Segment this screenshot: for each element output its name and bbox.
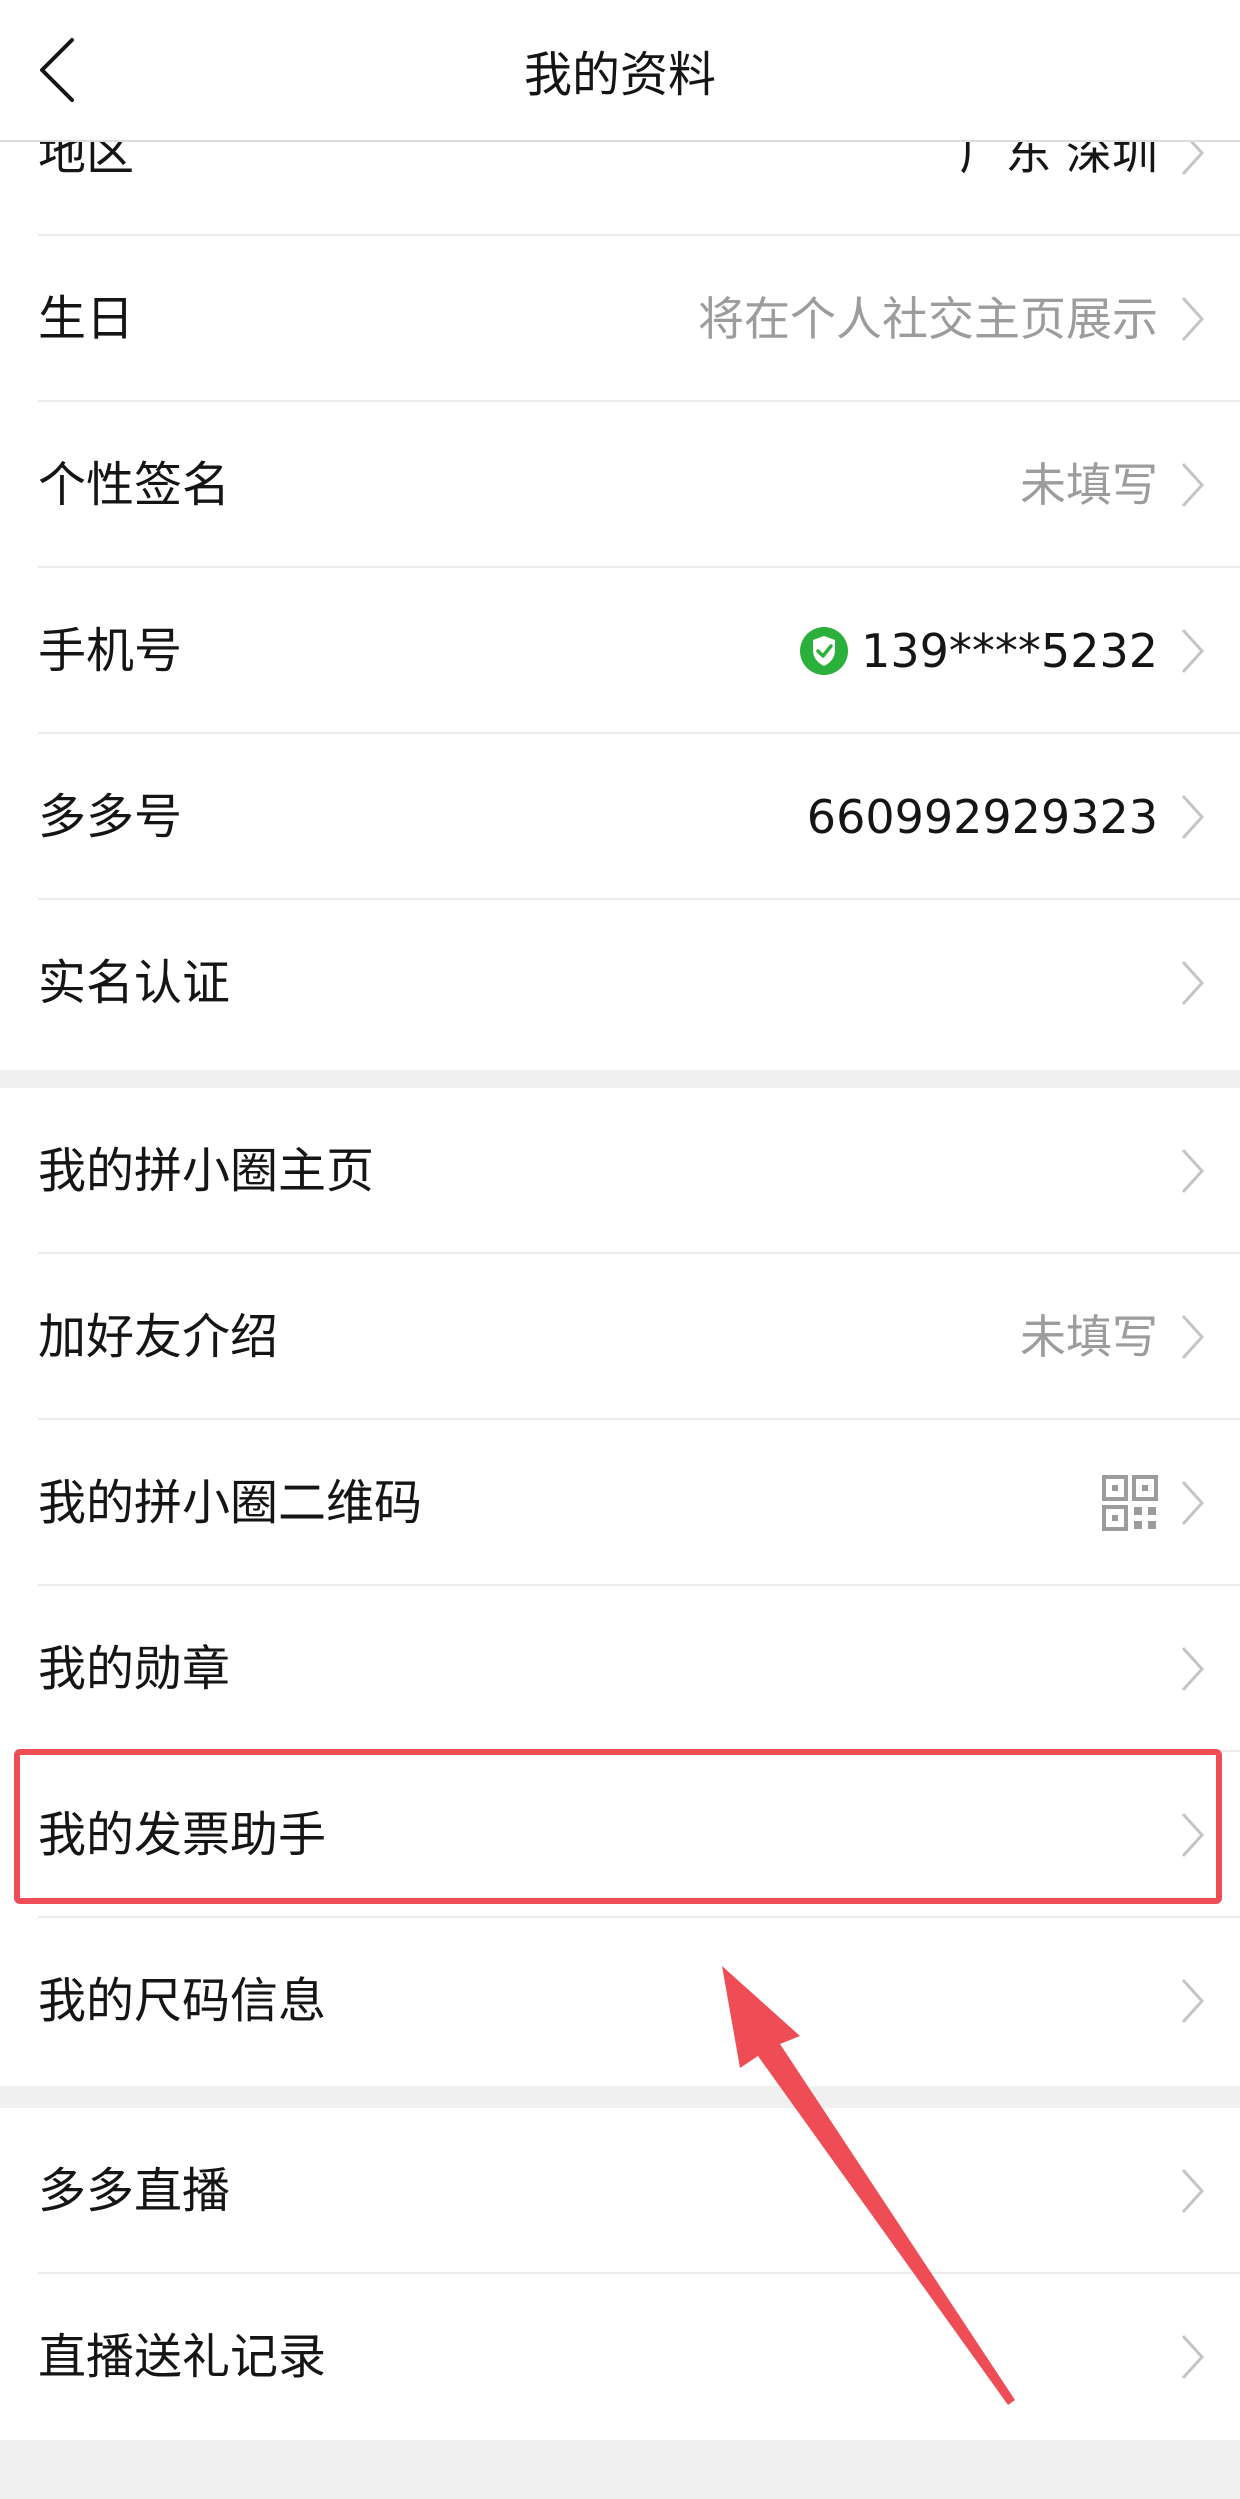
row-label: 多多直播 [38,2163,231,2219]
page-title: 我的资料 [523,47,716,103]
chevron-right-icon [1180,295,1206,343]
chevron-right-icon [1180,1313,1206,1361]
row-real-name[interactable]: 实名认证 [38,900,1240,1066]
row-birthday[interactable]: 生日 将在个人社交主页展示 [38,236,1240,402]
row-signature[interactable]: 个性签名 未填写 [38,402,1240,568]
row-circle-qrcode[interactable]: 我的拼小圈二维码 [38,1420,1240,1586]
phone-number: 139****5232 [861,624,1158,678]
row-label: 实名认证 [38,955,231,1011]
shield-check-icon [799,626,849,676]
row-label: 个性签名 [38,457,231,513]
row-gift-records[interactable]: 直播送礼记录 [38,2274,1240,2440]
row-duoduo-id[interactable]: 多多号 660992929323 [38,734,1240,900]
row-value-qr [1102,1420,1158,1586]
chevron-right-icon [1180,2167,1206,2215]
row-label: 直播送礼记录 [38,2329,327,2385]
row-live[interactable]: 多多直播 [38,2108,1240,2274]
chevron-right-icon [1180,959,1206,1007]
row-phone[interactable]: 手机号 139****5232 [38,568,1240,734]
row-value: 未填写 [1020,458,1158,512]
row-label: 生日 [38,291,135,347]
top-nav-bar: 我的资料 [0,0,1240,142]
chevron-right-icon [1180,627,1206,675]
row-value-phone: 139****5232 [799,568,1158,734]
chevron-right-icon [1180,1977,1206,2025]
chevron-right-icon [1180,1645,1206,1693]
row-label: 加好友介绍 [38,1309,279,1365]
row-friend-intro[interactable]: 加好友介绍 未填写 [38,1254,1240,1420]
chevron-right-icon [1180,461,1206,509]
highlight-box [14,1749,1222,1904]
profile-group-live: 多多直播 直播送礼记录 [0,2108,1240,2440]
row-label: 多多号 [38,789,183,845]
row-circle-home[interactable]: 我的拼小圈主页 [38,1088,1240,1254]
row-label: 我的尺码信息 [38,1973,327,2029]
row-value: 660992929323 [806,790,1158,844]
chevron-right-icon [1180,1479,1206,1527]
row-size-info[interactable]: 我的尺码信息 [38,1918,1240,2084]
chevron-right-icon [1180,1147,1206,1195]
row-value: 未填写 [1020,1310,1158,1364]
row-medals[interactable]: 我的勋章 [38,1586,1240,1752]
chevron-right-icon [1180,793,1206,841]
row-label: 我的勋章 [38,1641,231,1697]
profile-group-social: 我的拼小圈主页 加好友介绍 未填写 我的拼小圈二维码 我的勋章 我的发票助手 我… [0,1088,1240,2086]
row-label: 手机号 [38,623,183,679]
qr-code-icon [1102,1475,1158,1531]
row-value: 将在个人社交主页展示 [698,292,1158,346]
row-label: 我的拼小圈二维码 [38,1475,423,1531]
profile-group-basic: 地区 广东 深圳 生日 将在个人社交主页展示 个性签名 未填写 手机号 139*… [0,70,1240,1070]
row-label: 我的拼小圈主页 [38,1143,375,1199]
chevron-right-icon [1180,2333,1206,2381]
